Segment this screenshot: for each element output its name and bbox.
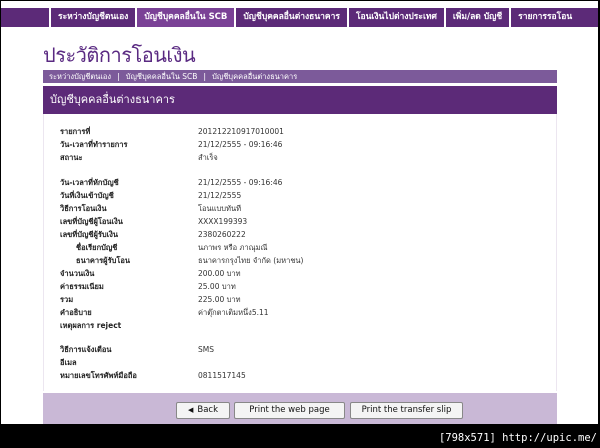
detail-row-description: คำอธิบาย ค่าตุ๊กตาเติมหนึ่ง5.11 bbox=[60, 307, 540, 319]
detail-row-debit-time: วัน-เวลาที่หักบัญชี 21/12/2555 - 09:16:4… bbox=[60, 177, 540, 189]
detail-row-to-account: เลขที่บัญชีผู้รับเงิน 2380260222 bbox=[60, 229, 540, 241]
fee-label: ค่าธรรมเนียม bbox=[60, 282, 104, 291]
screenshot-frame: ระหว่างบัญชีตนเอง บัญชีบุคคลอื่นใน SCB บ… bbox=[0, 0, 600, 448]
subtab-other-bank[interactable]: บัญชีบุคคลอื่นต่างธนาคาร bbox=[206, 71, 303, 83]
amount-label: จำนวนเงิน bbox=[60, 269, 95, 278]
nav-tab-add-remove-account[interactable]: เพิ่ม/ลด บัญชี bbox=[443, 8, 509, 27]
bank-label: ธนาคารผู้รับโอน bbox=[76, 256, 131, 265]
nav-tab-scb-other[interactable]: บัญชีบุคคลอื่นใน SCB bbox=[135, 8, 235, 27]
subtab-scb-other[interactable]: บัญชีบุคคลอื่นใน SCB bbox=[120, 71, 204, 83]
detail-row-txn-time: วัน-เวลาที่ทำรายการ 21/12/2555 - 09:16:4… bbox=[60, 139, 540, 151]
email-label: อีเมล bbox=[60, 358, 77, 367]
detail-row-credit-date: วันที่เงินเข้าบัญชี 21/12/2555 bbox=[60, 190, 540, 202]
nav-tab-pending[interactable]: รายการรอโอน bbox=[509, 8, 579, 27]
mobile-label: หมายเลขโทรศัพท์มือถือ bbox=[60, 371, 137, 380]
detail-row-reference: รายการที่ 201212210917010001 bbox=[60, 126, 540, 138]
mobile-value: 0811517145 bbox=[198, 371, 246, 380]
total-label: รวม bbox=[60, 295, 74, 304]
print-transfer-slip-button[interactable]: Print the transfer slip bbox=[350, 402, 463, 419]
debit-time-value: 21/12/2555 - 09:16:46 bbox=[198, 178, 283, 187]
panel-title: บัญชีบุคคลอื่นต่างธนาคาร bbox=[43, 86, 557, 114]
sub-navigation: ระหว่างบัญชีตนเอง | บัญชีบุคคลอื่นใน SCB… bbox=[43, 70, 557, 83]
reference-label: รายการที่ bbox=[60, 127, 91, 136]
back-button-label: Back bbox=[197, 405, 219, 415]
detail-row-fee: ค่าธรรมเนียม 25.00 บาท bbox=[60, 281, 540, 293]
status-value: สำเร็จ bbox=[198, 153, 218, 162]
total-value: 225.00 บาท bbox=[198, 295, 241, 304]
nav-tab-international[interactable]: โอนเงินไปต่างประเทศ bbox=[346, 8, 444, 27]
nav-tab-other-bank[interactable]: บัญชีบุคคลอื่นต่างธนาคาร bbox=[234, 8, 347, 27]
detail-row-reject-reason: เหตุผลการ reject bbox=[60, 320, 540, 332]
detail-row-email: อีเมล bbox=[60, 357, 540, 369]
subtab-own-accounts[interactable]: ระหว่างบัญชีตนเอง bbox=[43, 71, 117, 83]
notify-method-label: วิธีการแจ้งเตือน bbox=[60, 345, 112, 354]
detail-row-amount: จำนวนเงิน 200.00 บาท bbox=[60, 268, 540, 280]
notify-method-value: SMS bbox=[198, 345, 214, 354]
watermark: [798x571] http://upic.me/ bbox=[438, 432, 597, 444]
print-web-page-button[interactable]: Print the web page bbox=[234, 402, 345, 419]
bank-value: ธนาคารกรุงไทย จำกัด (มหาชน) bbox=[198, 256, 304, 265]
action-bar: ◀ Back Print the web page Print the trans… bbox=[43, 393, 557, 424]
account-name-value: นภาพร หรือ ภาณุมณี bbox=[198, 243, 268, 252]
reject-reason-label: เหตุผลการ reject bbox=[60, 321, 122, 330]
status-label: สถานะ bbox=[60, 153, 83, 162]
debit-time-label: วัน-เวลาที่หักบัญชี bbox=[60, 178, 119, 187]
txn-time-label: วัน-เวลาที่ทำรายการ bbox=[60, 140, 128, 149]
fee-value: 25.00 บาท bbox=[198, 282, 236, 291]
detail-row-from-account: เลขที่บัญชีผู้โอนเงิน XXXX199393 bbox=[60, 216, 540, 228]
detail-row-method: วิธีการโอนเงิน โอนแบบทันที bbox=[60, 203, 540, 215]
from-account-value: XXXX199393 bbox=[198, 217, 248, 226]
amount-value: 200.00 บาท bbox=[198, 269, 241, 278]
credit-date-value: 21/12/2555 bbox=[198, 191, 242, 200]
nav-tab-own-accounts[interactable]: ระหว่างบัญชีตนเอง bbox=[49, 8, 135, 27]
top-nav-tabs: ระหว่างบัญชีตนเอง บัญชีบุคคลอื่นใน SCB บ… bbox=[1, 8, 598, 27]
credit-date-label: วันที่เงินเข้าบัญชี bbox=[60, 191, 114, 200]
from-account-label: เลขที่บัญชีผู้โอนเงิน bbox=[60, 217, 123, 226]
detail-row-account-name: ชื่อเรียกบัญชี นภาพร หรือ ภาณุมณี bbox=[60, 242, 540, 254]
detail-row-status: สถานะ สำเร็จ bbox=[60, 152, 540, 164]
description-value: ค่าตุ๊กตาเติมหนึ่ง5.11 bbox=[198, 308, 269, 317]
account-name-label: ชื่อเรียกบัญชี bbox=[76, 243, 118, 252]
top-navigation: ระหว่างบัญชีตนเอง บัญชีบุคคลอื่นใน SCB บ… bbox=[1, 1, 598, 31]
arrow-left-icon: ◀ bbox=[187, 406, 194, 414]
transfer-details-panel: รายการที่ 201212210917010001 วัน-เวลาที่… bbox=[43, 114, 557, 391]
detail-row-total: รวม 225.00 บาท bbox=[60, 294, 540, 306]
reference-value: 201212210917010001 bbox=[198, 127, 284, 136]
method-value: โอนแบบทันที bbox=[198, 204, 242, 213]
method-label: วิธีการโอนเงิน bbox=[60, 204, 107, 213]
back-button[interactable]: ◀ Back bbox=[176, 402, 230, 419]
page: ระหว่างบัญชีตนเอง บัญชีบุคคลอื่นใน SCB บ… bbox=[1, 1, 598, 424]
to-account-label: เลขที่บัญชีผู้รับเงิน bbox=[60, 230, 119, 239]
description-label: คำอธิบาย bbox=[60, 308, 92, 317]
detail-row-bank: ธนาคารผู้รับโอน ธนาคารกรุงไทย จำกัด (มหา… bbox=[60, 255, 540, 267]
txn-time-value: 21/12/2555 - 09:16:46 bbox=[198, 140, 283, 149]
to-account-value: 2380260222 bbox=[198, 230, 246, 239]
detail-row-notify-method: วิธีการแจ้งเตือน SMS bbox=[60, 344, 540, 356]
detail-row-mobile: หมายเลขโทรศัพท์มือถือ 0811517145 bbox=[60, 370, 540, 382]
page-title: ประวัติการโอนเงิน bbox=[43, 43, 196, 67]
